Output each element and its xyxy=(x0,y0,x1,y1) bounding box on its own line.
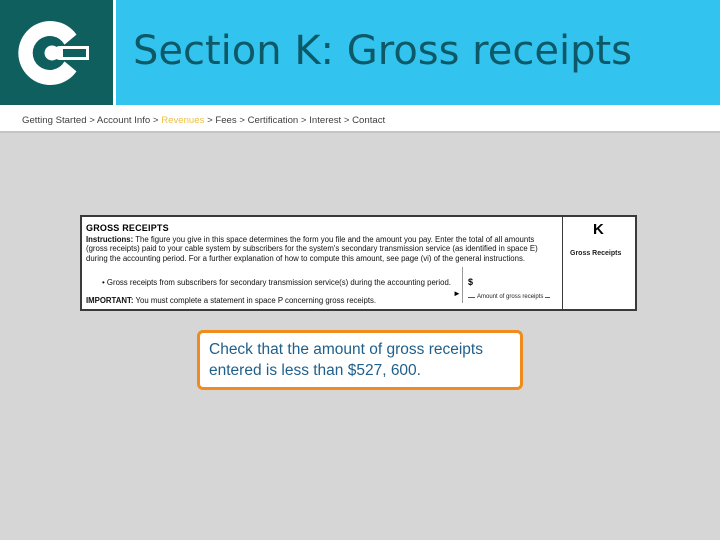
form-instructions: Instructions: The figure you give in thi… xyxy=(86,235,558,263)
amount-label: Amount of gross receipts xyxy=(475,294,546,300)
form-excerpt-image: GROSS RECEIPTS Instructions: The figure … xyxy=(80,215,637,311)
callout-text: Check that the amount of gross receipts … xyxy=(209,341,483,379)
space-letter: K xyxy=(593,221,604,238)
bullet-text: Gross receipts from subscribers for seco… xyxy=(106,278,451,287)
breadcrumb-bar: Getting Started > Account Info > Revenue… xyxy=(0,107,720,133)
page-title: Section K: Gross receipts xyxy=(133,28,632,74)
space-name: Gross Receipts xyxy=(570,250,622,257)
instructions-label: Instructions: xyxy=(86,235,134,244)
breadcrumb-after[interactable]: > Fees > Certification > Interest > Cont… xyxy=(204,115,385,126)
form-instructions-area: GROSS RECEIPTS Instructions: The figure … xyxy=(86,223,558,263)
breadcrumb: Getting Started > Account Info > Revenue… xyxy=(22,115,385,126)
dollar-sign: $ xyxy=(468,277,474,287)
breadcrumb-before[interactable]: Getting Started > Account Info > xyxy=(22,115,161,126)
amount-field: $ ► Amount of gross receipts xyxy=(453,267,558,303)
copyright-office-logo-icon xyxy=(18,21,89,85)
header: Section K: Gross receipts xyxy=(0,0,720,107)
logo xyxy=(0,0,113,105)
form-important: IMPORTANT: You must complete a statement… xyxy=(86,296,376,305)
instructions-text: The figure you give in this space determ… xyxy=(86,235,538,263)
callout-note: Check that the amount of gross receipts … xyxy=(197,330,523,390)
form-heading: GROSS RECEIPTS xyxy=(86,223,169,233)
arrow-right-icon: ► xyxy=(453,289,461,298)
important-label: IMPORTANT: xyxy=(86,296,134,305)
important-text: You must complete a statement in space P… xyxy=(133,296,377,305)
space-id-area: K Gross Receipts xyxy=(563,217,635,309)
breadcrumb-active-revenues[interactable]: Revenues xyxy=(161,115,204,126)
title-bar: Section K: Gross receipts xyxy=(116,0,720,105)
